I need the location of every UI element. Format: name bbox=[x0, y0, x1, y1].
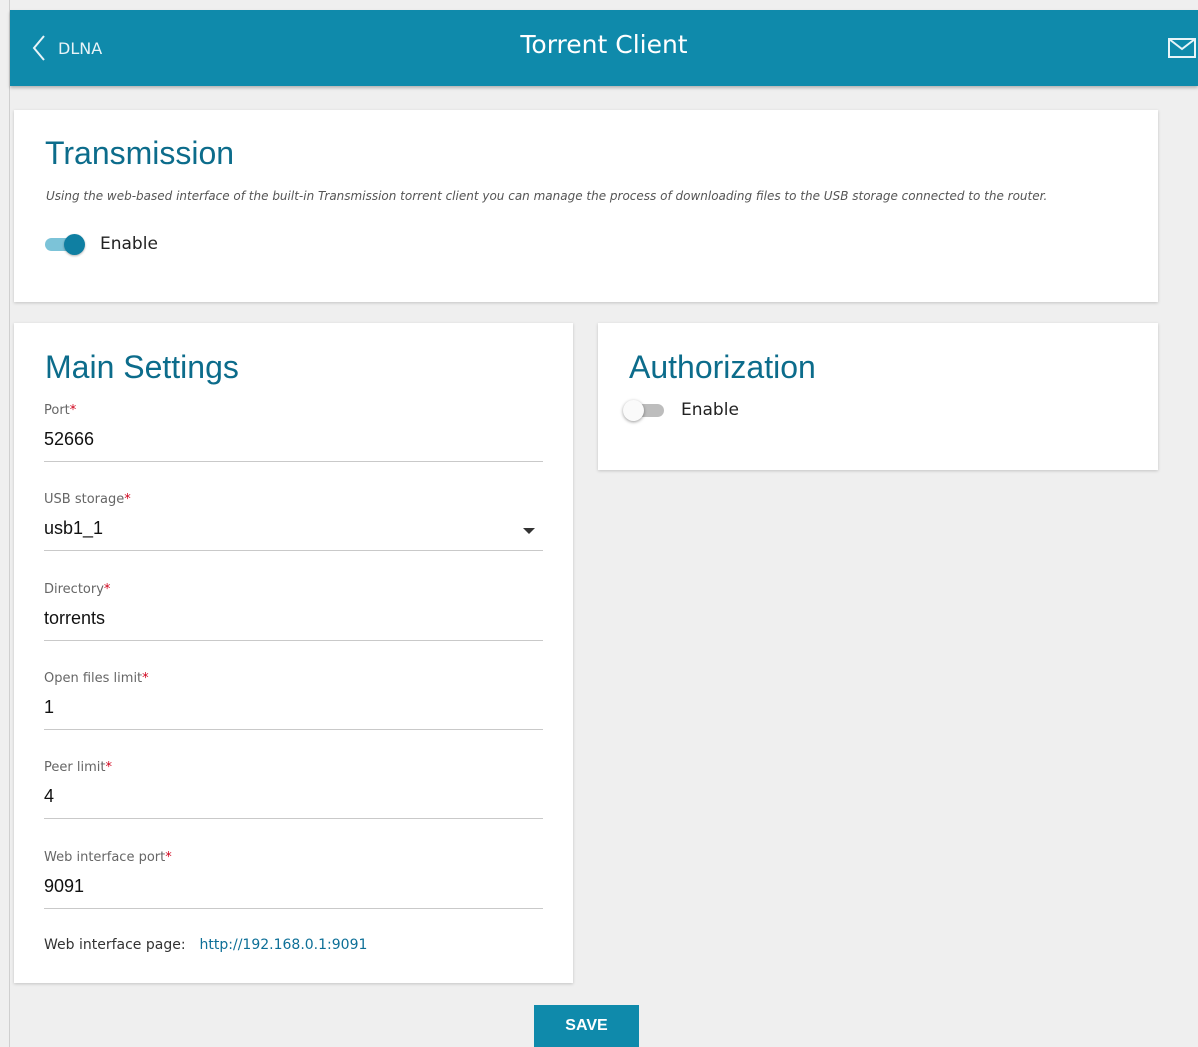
main-settings-card: Main Settings Port* 52666 USB storage* u… bbox=[14, 323, 573, 983]
mail-icon[interactable] bbox=[1168, 38, 1196, 58]
transmission-enable-label: Enable bbox=[100, 234, 158, 254]
open-files-limit-field[interactable]: Open files limit* 1 bbox=[44, 671, 543, 730]
transmission-description: Using the web-based interface of the bui… bbox=[46, 189, 1048, 203]
main-settings-title: Main Settings bbox=[45, 349, 239, 385]
web-interface-page-row: Web interface page: http://192.168.0.1:90… bbox=[44, 937, 367, 953]
web-interface-port-label: Web interface port* bbox=[44, 850, 172, 865]
web-interface-link[interactable]: http://192.168.0.1:9091 bbox=[200, 937, 368, 953]
directory-field[interactable]: Directory* torrents bbox=[44, 582, 543, 641]
transmission-enable-toggle[interactable]: Enable bbox=[42, 232, 158, 256]
peer-limit-label: Peer limit* bbox=[44, 760, 112, 775]
page-title: Torrent Client bbox=[520, 30, 688, 59]
toggle-switch-off[interactable] bbox=[623, 398, 667, 422]
peer-limit-input[interactable]: 4 bbox=[44, 786, 54, 807]
transmission-card: Transmission Using the web-based interfa… bbox=[14, 110, 1158, 302]
authorization-card: Authorization Enable bbox=[598, 323, 1158, 470]
directory-label: Directory* bbox=[44, 582, 111, 597]
directory-input[interactable]: torrents bbox=[44, 608, 105, 629]
port-label: Port* bbox=[44, 403, 77, 418]
authorization-enable-label: Enable bbox=[681, 400, 739, 420]
top-header: DLNA Torrent Client bbox=[10, 10, 1198, 86]
transmission-title: Transmission bbox=[45, 135, 235, 171]
web-interface-page-label: Web interface page: bbox=[44, 937, 186, 953]
open-files-limit-input[interactable]: 1 bbox=[44, 697, 54, 718]
usb-storage-value[interactable]: usb1_1 bbox=[44, 518, 103, 539]
web-interface-port-input[interactable]: 9091 bbox=[44, 876, 84, 897]
authorization-title: Authorization bbox=[629, 349, 816, 385]
save-button[interactable]: SAVE bbox=[534, 1005, 639, 1047]
port-field[interactable]: Port* 52666 bbox=[44, 403, 543, 462]
dropdown-arrow-icon[interactable] bbox=[523, 528, 535, 534]
usb-storage-select[interactable]: USB storage* usb1_1 bbox=[44, 492, 543, 551]
web-interface-port-field[interactable]: Web interface port* 9091 bbox=[44, 850, 543, 909]
peer-limit-field[interactable]: Peer limit* 4 bbox=[44, 760, 543, 819]
open-files-limit-label: Open files limit* bbox=[44, 671, 149, 686]
left-border bbox=[9, 0, 10, 1047]
port-input[interactable]: 52666 bbox=[44, 429, 94, 450]
authorization-enable-toggle[interactable]: Enable bbox=[623, 398, 739, 422]
usb-storage-label: USB storage* bbox=[44, 492, 131, 507]
toggle-switch-on[interactable] bbox=[42, 232, 86, 256]
